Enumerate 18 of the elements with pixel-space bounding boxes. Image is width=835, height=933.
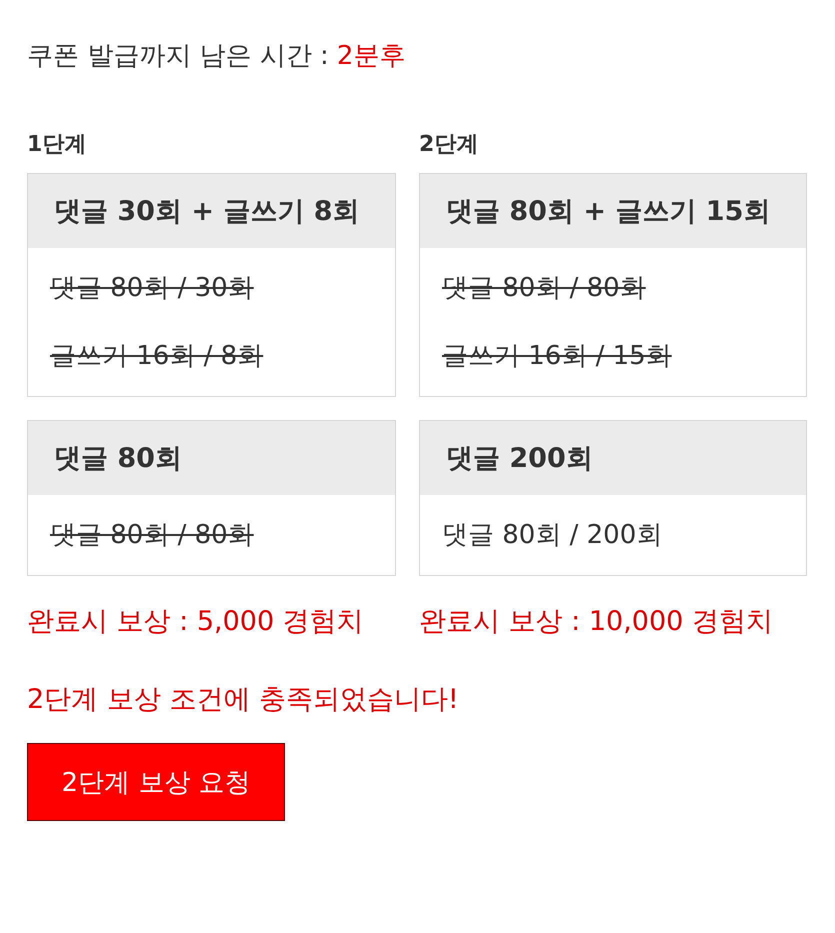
- mission-heading: 댓글 80회: [28, 421, 395, 495]
- coupon-timer-value: 2분후: [336, 40, 406, 73]
- mission-progress: 댓글 80회 / 30회: [50, 272, 255, 305]
- mission-progress: 글쓰기 16회 / 15회: [442, 340, 673, 373]
- reward-request-button[interactable]: 2단계 보상 요청: [27, 743, 285, 821]
- mission-progress: 댓글 80회 / 80회: [442, 272, 647, 305]
- mission-progress: 댓글 80회 / 80회: [50, 519, 255, 552]
- reward-text: 완료시 보상 : 10,000 경험치: [419, 605, 774, 639]
- stage-title: 2단계: [419, 131, 480, 159]
- stage-title: 1단계: [27, 131, 88, 159]
- mission-heading: 댓글 80회 + 글쓰기 15회: [420, 174, 806, 248]
- mission-heading: 댓글 200회: [420, 421, 806, 495]
- reward-text: 완료시 보상 : 5,000 경험치: [27, 605, 365, 639]
- mission-heading: 댓글 30회 + 글쓰기 8회: [28, 174, 395, 248]
- coupon-timer-label: 쿠폰 발급까지 남은 시간 :: [27, 40, 329, 73]
- mission-progress: 댓글 80회 / 200회: [442, 519, 664, 552]
- status-message: 2단계 보상 조건에 충족되었습니다!: [27, 683, 460, 717]
- mission-progress: 글쓰기 16회 / 8회: [50, 340, 264, 373]
